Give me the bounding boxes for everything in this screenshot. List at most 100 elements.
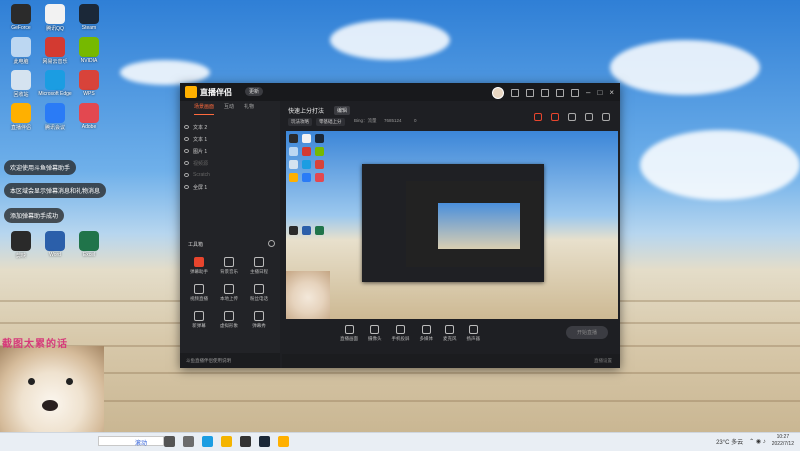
steam-taskbar-icon[interactable] — [259, 436, 270, 447]
layer-item[interactable]: 图片 1 — [184, 145, 276, 157]
desktop-icon[interactable]: Microsoft Edge — [38, 70, 72, 97]
eye-icon[interactable] — [184, 137, 189, 141]
tool-item[interactable]: 弹幕秀 — [244, 311, 274, 329]
desktop-icon-image — [45, 103, 65, 123]
minimize-icon[interactable]: – — [586, 89, 590, 97]
desktop-icon[interactable]: Steam — [72, 4, 106, 31]
clock-date: 2022/7/12 — [771, 441, 794, 447]
source-control[interactable]: 手机投屏 — [392, 325, 410, 342]
gift-icon[interactable] — [541, 89, 550, 97]
source-control[interactable]: 扬声器 — [467, 325, 480, 342]
desktop-icon-image — [45, 231, 65, 251]
edit-title-button[interactable]: 编辑 — [334, 106, 351, 115]
layer-item[interactable]: 文本 1 — [184, 133, 276, 145]
desktop-icon[interactable]: Word — [38, 231, 72, 258]
lock-icon[interactable] — [551, 113, 559, 121]
skin-icon[interactable] — [556, 89, 565, 97]
eye-icon[interactable] — [184, 149, 189, 153]
edge-icon[interactable] — [202, 436, 213, 447]
layer-item[interactable]: 视频源 — [184, 157, 276, 169]
eye-icon[interactable] — [184, 161, 189, 165]
preview-desktop-icon — [302, 147, 311, 156]
tool-icon — [194, 284, 204, 294]
go-live-button[interactable]: 开始直播 — [566, 326, 608, 339]
desktop-icon[interactable]: 网易云音乐 — [38, 37, 72, 65]
message-icon[interactable] — [511, 89, 520, 97]
tool-icon — [224, 257, 234, 267]
tool-icon — [254, 284, 264, 294]
update-badge[interactable]: 更新 — [245, 87, 264, 96]
desktop-icon-label: 回收站 — [13, 92, 29, 98]
status-settings[interactable]: 直播设置 — [594, 358, 612, 364]
stream-preview[interactable] — [286, 131, 618, 319]
layer-item[interactable]: Scratch — [184, 169, 276, 181]
app-name: 直播伴侣 — [200, 88, 232, 97]
desktop-icon[interactable]: 此电脑 — [4, 37, 38, 65]
tab-scene[interactable]: 场景画面 — [194, 103, 215, 115]
tool-item[interactable]: 本地上传 — [214, 284, 244, 302]
title-bar[interactable]: 直播伴侣 更新 – □ × — [180, 83, 620, 101]
desktop-icon[interactable]: NVIDIA — [72, 37, 106, 64]
weather-text[interactable]: 23°C 多云 — [716, 437, 743, 446]
tool-item[interactable]: 主播日程 — [244, 257, 274, 275]
desktop-icon[interactable]: Excel — [72, 231, 106, 258]
preview-desktop-icon — [315, 226, 324, 235]
close-icon[interactable]: × — [609, 89, 614, 97]
tab-interact[interactable]: 互动 — [224, 103, 234, 115]
cloud — [120, 60, 210, 85]
system-tray: 23°C 多云 ⌃ ◉ ♪ 10:27 2022/7/12 — [716, 434, 794, 448]
preview-desktop-icon — [289, 226, 298, 235]
task-view-icon[interactable] — [183, 436, 194, 447]
tool-item[interactable]: 弹幕助手 — [184, 257, 214, 275]
streaming-app-taskbar-icon[interactable] — [278, 436, 289, 447]
desktop-icon[interactable]: 腾讯QQ — [38, 4, 72, 32]
tool-item[interactable]: 视频直播 — [184, 284, 214, 302]
store-icon[interactable] — [240, 436, 251, 447]
eye-icon[interactable] — [184, 185, 189, 189]
tool-item[interactable]: 虚拟形象 — [214, 311, 244, 329]
preview-desktop-icon — [302, 226, 311, 235]
desktop-icon-image — [45, 4, 65, 24]
tool-item[interactable]: 新弹幕 — [184, 311, 214, 329]
notification-icon[interactable] — [534, 113, 542, 121]
source-control[interactable]: 摄像头 — [368, 325, 382, 342]
tool-icon — [224, 284, 234, 294]
tool-item[interactable]: 粉丝电话 — [244, 284, 274, 302]
layer-item[interactable]: 全屏 1 — [184, 181, 276, 193]
preview-desktop-icon — [302, 134, 311, 143]
layer-item[interactable]: 文本 2 — [184, 121, 276, 133]
desktop-icon[interactable]: GeForce — [4, 4, 38, 31]
scroll-widget[interactable]: 滚动 — [98, 436, 164, 447]
desktop-icon[interactable]: 直播伴侣 — [4, 103, 38, 131]
user-avatar[interactable] — [492, 87, 505, 99]
source-control[interactable]: 多媒体 — [420, 325, 433, 342]
maximize-icon[interactable]: □ — [597, 89, 602, 97]
broadcast-icon[interactable] — [568, 113, 576, 121]
tab-gift[interactable]: 礼物 — [244, 103, 254, 115]
category-pill[interactable]: 玩法攻略 — [288, 118, 312, 126]
share-icon[interactable] — [602, 113, 610, 121]
eye-icon[interactable] — [184, 125, 189, 129]
tool-label: 弹幕秀 — [252, 323, 266, 328]
tray-icons[interactable]: ⌃ ◉ ♪ — [749, 438, 766, 445]
toolbox-settings-icon[interactable] — [268, 240, 275, 247]
clock[interactable]: 10:27 2022/7/12 — [772, 434, 794, 448]
room-title: 快速上分打法 — [288, 109, 325, 115]
left-footer[interactable]: 斗鱼直播伴侣使用说明 — [180, 353, 280, 368]
tool-icon — [254, 311, 264, 321]
tag-pill[interactable]: 零基础上分 — [316, 118, 345, 126]
desktop-icon[interactable]: Adobe — [72, 103, 106, 130]
desktop-icon[interactable]: 剪映 — [4, 231, 38, 259]
source-control[interactable]: 麦克风 — [443, 325, 457, 342]
source-control[interactable]: 直播画面 — [340, 325, 358, 342]
search-icon[interactable] — [164, 436, 175, 447]
record-icon[interactable] — [526, 89, 535, 97]
file-explorer-icon[interactable] — [221, 436, 232, 447]
desktop-icon[interactable]: 腾讯会议 — [38, 103, 72, 131]
bell-icon[interactable] — [585, 113, 593, 121]
desktop-icon[interactable]: WPS — [72, 70, 106, 97]
tool-item[interactable]: 背景音乐 — [214, 257, 244, 275]
desktop-icon[interactable]: 回收站 — [4, 70, 38, 98]
eye-icon[interactable] — [184, 173, 189, 177]
menu-icon[interactable] — [571, 89, 580, 97]
